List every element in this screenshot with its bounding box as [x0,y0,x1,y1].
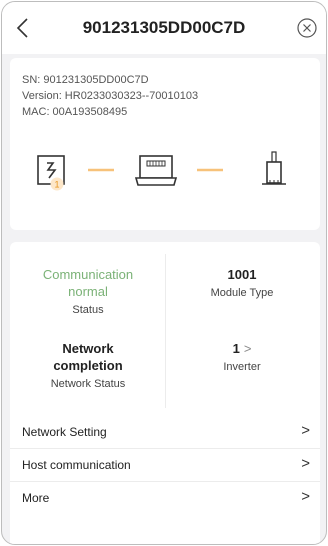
gateway-icon[interactable] [134,155,178,186]
close-button[interactable] [296,17,318,39]
serial-number: SN: 901231305DD00C7D [22,74,149,86]
menu-item-network-setting[interactable]: Network Setting > [10,416,320,448]
settings-menu: Network Setting > Host communication > M… [10,414,320,544]
page-title: 901231305DD00C7D [82,18,246,37]
module-type-value: 1001 [227,267,257,282]
chevron-right-icon: > [301,422,310,439]
network-status-caption: Network Status [50,378,126,390]
top-bar: 901231305DD00C7D [2,2,326,54]
communication-status-value: Communication normal [42,267,134,299]
device-info-card: SN: 901231305DD00C7D Version: HR02330303… [10,58,320,230]
app-frame: 901231305DD00C7D SN: 901231305DD00C7D Ve… [1,1,327,545]
inverter-count-value: 1 > [232,341,252,356]
firmware-version: Version: HR0233030323--70010103 [22,90,199,102]
chevron-right-icon: > [301,488,310,505]
inverter-count-caption: Inverter [223,361,261,373]
inverter-count-badge: 1 [50,177,64,191]
network-status: Network completion Network Status [18,340,158,390]
network-status-value: Network completion [53,341,123,373]
network-topology: 1 [37,151,286,191]
back-button[interactable] [12,16,36,40]
chevron-left-icon [16,18,28,38]
mac-address: MAC: 00A193508495 [22,106,128,118]
communication-status-caption: Status [72,304,104,316]
inverter-badge-count: 1 [54,180,59,190]
module-type: 1001 Module Type [172,266,312,299]
menu-item-host-communication[interactable]: Host communication > [10,449,320,481]
chevron-right-icon: > [301,455,310,472]
chevron-right-icon: > [243,341,252,356]
device-info: SN: 901231305DD00C7D Version: HR02330303… [22,72,198,120]
status-card: Communication normal Status 1001 Module … [10,242,320,420]
menu-item-more[interactable]: More > [10,482,320,514]
module-type-caption: Module Type [210,287,274,299]
module-icon[interactable] [262,151,286,185]
close-circle-icon [297,18,317,38]
column-divider [165,254,166,408]
inverter-count[interactable]: 1 > Inverter [172,340,312,373]
communication-status: Communication normal Status [18,266,158,316]
